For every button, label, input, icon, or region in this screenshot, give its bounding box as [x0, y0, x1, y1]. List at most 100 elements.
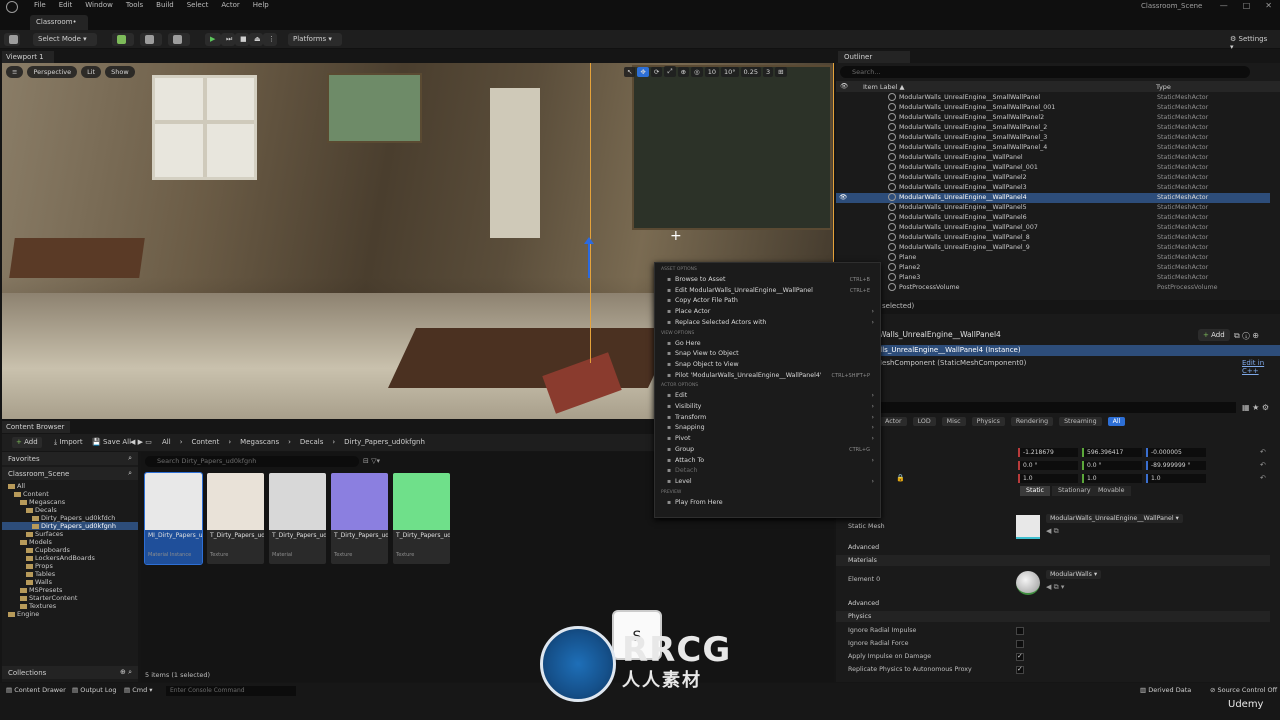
browse-asset-icon[interactable]: ◀ ⧉ — [1046, 527, 1059, 536]
outliner-row[interactable]: Plane3 StaticMeshActor — [836, 273, 1270, 283]
context-item[interactable]: ▪ Attach To › — [667, 456, 876, 466]
reset-rotation-icon[interactable]: ↶ — [1260, 461, 1266, 469]
folder-item[interactable]: Dirty_Papers_ud0kfdch — [2, 514, 138, 522]
outliner-search-input[interactable]: Search... — [840, 66, 1250, 78]
rotation-y[interactable]: 0.0 ° — [1082, 461, 1142, 470]
folder-item[interactable]: LockersAndBoards — [2, 554, 138, 562]
tab-outliner[interactable]: Outliner — [838, 51, 910, 63]
outliner-row[interactable]: PostProcessVolume PostProcessVolume — [836, 283, 1270, 293]
outliner-row[interactable]: ModularWalls_UnrealEngine__SmallWallPane… — [836, 133, 1270, 143]
outliner-row[interactable]: ModularWalls_UnrealEngine__WallPanel5 Sta… — [836, 203, 1270, 213]
context-item[interactable]: ▪ Snap Object to View — [667, 360, 876, 370]
reset-location-icon[interactable]: ↶ — [1260, 448, 1266, 456]
rotate-tool-icon[interactable]: ⟳ — [650, 66, 663, 77]
move-tool-icon[interactable]: ✥ — [637, 66, 649, 77]
materials-section[interactable]: Materials — [836, 555, 1270, 566]
context-item[interactable]: ▪ Edit ModularWalls_UnrealEngine__WallPan… — [667, 286, 876, 296]
select-mode-dropdown[interactable]: Select Mode ▾ — [33, 33, 97, 46]
blueprint-icon[interactable]: ⧉ ⓘ ⊕ — [1234, 331, 1259, 341]
reset-scale-icon[interactable]: ↶ — [1260, 474, 1266, 482]
filter-tab-rendering[interactable]: Rendering — [1010, 417, 1054, 426]
filter-tab-misc[interactable]: Misc — [941, 417, 966, 426]
asset-tile[interactable]: T_Dirty_Papers_ud0kfgnh_2K_Mat Material — [269, 473, 326, 564]
grid-snap-value[interactable]: 10 — [704, 66, 719, 77]
menu-item-edit[interactable]: Edit — [59, 1, 73, 9]
asset-tile[interactable]: T_Dirty_Papers_ud0kfgnh_2K_N Texture — [331, 473, 388, 564]
filter-tab-streaming[interactable]: Streaming — [1059, 417, 1102, 426]
import-button[interactable]: ⤓ Import — [50, 437, 87, 448]
add-collection-icon[interactable]: ⊕ ⌕ — [120, 668, 132, 677]
context-item[interactable]: ▪ Place Actor › — [667, 307, 876, 317]
rotation-x[interactable]: 0.0 ° — [1018, 461, 1078, 470]
mobility-stationary[interactable]: Stationary — [1052, 486, 1097, 496]
breadcrumb-item[interactable]: All — [162, 438, 171, 446]
settings-button[interactable]: ⚙ Settings ▾ — [1225, 33, 1273, 51]
folder-item[interactable]: Cupboards — [2, 546, 138, 554]
angle-snap-value[interactable]: 10° — [720, 66, 739, 77]
asset-tile[interactable]: T_Dirty_Papers_ud0kfgnh_2K_D Texture — [207, 473, 264, 564]
cmd-dropdown[interactable]: ▤ Cmd ▾ — [124, 686, 153, 694]
folder-item[interactable]: Walls — [2, 578, 138, 586]
tab-classroom[interactable]: Classroom• — [30, 15, 88, 30]
menu-item-tools[interactable]: Tools — [126, 1, 143, 9]
add-component-button[interactable]: + Add — [1198, 329, 1230, 341]
world-space-icon[interactable]: ⊕ — [677, 66, 690, 77]
breadcrumb-item[interactable]: Content — [192, 438, 220, 446]
lock-scale-icon[interactable]: 🔒 — [896, 474, 905, 482]
outliner-row[interactable]: ModularWalls_UnrealEngine__WallPanel_001… — [836, 163, 1270, 173]
outliner-row[interactable]: 👁 ModularWalls_UnrealEngine__WallPanel4 St… — [836, 193, 1270, 203]
mobility-movable[interactable]: Movable — [1092, 486, 1131, 496]
console-input[interactable]: Enter Console Command — [166, 686, 296, 696]
outliner-row[interactable]: ModularWalls_UnrealEngine__WallPanel_9 St… — [836, 243, 1270, 253]
context-item[interactable]: ▪ Browse to Asset CTRL+B — [667, 275, 876, 285]
physics-checkbox[interactable] — [1016, 640, 1024, 648]
tab-content-browser[interactable]: Content Browser — [2, 421, 70, 433]
close-icon[interactable]: ✕ — [1265, 1, 1272, 10]
folder-item[interactable]: Props — [2, 562, 138, 570]
physics-section[interactable]: Physics — [836, 611, 1270, 622]
advanced-section[interactable]: Advanced — [836, 542, 1270, 553]
folder-item[interactable]: Textures — [2, 602, 138, 610]
search-icon[interactable]: ⌕ — [128, 454, 132, 463]
camera-speed-value[interactable]: 3 — [762, 66, 774, 77]
outliner-row[interactable]: ModularWalls_UnrealEngine__SmallWallPane… — [836, 113, 1270, 123]
breadcrumb-item[interactable]: Decals — [300, 438, 323, 446]
surface-snap-icon[interactable]: ◎ — [691, 66, 703, 77]
breadcrumb-item[interactable]: Megascans — [240, 438, 279, 446]
static-mesh-thumbnail[interactable] — [1016, 515, 1040, 539]
asset-tile[interactable]: MI_Dirty_Papers_ud0kfgnh_2K Material Inst… — [144, 472, 203, 565]
lit-button[interactable]: Lit — [81, 66, 102, 78]
scale-tool-icon[interactable]: ⤢ — [664, 66, 676, 77]
play-icon[interactable]: ▶ — [205, 33, 221, 46]
physics-checkbox[interactable] — [1016, 665, 1024, 674]
outliner-row[interactable]: ModularWalls_UnrealEngine__WallPanel6 Sta… — [836, 213, 1270, 223]
location-x[interactable]: -1.218679 — [1018, 448, 1078, 457]
transform-gizmo[interactable] — [584, 237, 594, 278]
platforms-dropdown[interactable]: Platforms ▾ — [288, 33, 342, 46]
scale-snap-value[interactable]: 0.25 — [740, 66, 761, 77]
outliner-row[interactable]: ModularWalls_UnrealEngine__SmallWallPane… — [836, 93, 1270, 103]
scale-y[interactable]: 1.0 — [1082, 474, 1142, 483]
menu-item-actor[interactable]: Actor — [221, 1, 239, 9]
folder-item[interactable]: Surfaces — [2, 530, 138, 538]
maximize-viewport-icon[interactable]: ⊞ — [775, 66, 787, 77]
menu-item-build[interactable]: Build — [156, 1, 174, 9]
search-icon[interactable]: ⌕ — [128, 469, 132, 478]
col-type[interactable]: Type — [1156, 83, 1171, 91]
outliner-row[interactable]: ModularWalls_UnrealEngine__WallPanel Stat… — [836, 153, 1270, 163]
filter-tab-all[interactable]: All — [1107, 417, 1126, 426]
source-control-button[interactable]: ⊘ Source Control Off — [1210, 686, 1277, 694]
visibility-icon[interactable]: 👁 — [839, 193, 847, 203]
folder-item[interactable]: Decals — [2, 506, 138, 514]
folder-item[interactable]: Engine — [2, 610, 138, 618]
menu-item-window[interactable]: Window — [85, 1, 113, 9]
folder-item[interactable]: Content — [2, 490, 138, 498]
asset-tile[interactable]: T_Dirty_Papers_ud0kfgnh_2K_DpRA Texture — [393, 473, 450, 564]
context-item[interactable]: ▪ Snap View to Object — [667, 349, 876, 359]
breadcrumb-item[interactable]: Dirty_Papers_ud0kfgnh — [344, 438, 425, 446]
browse-material-icon[interactable]: ◀ ⧉ ▾ — [1046, 583, 1064, 592]
show-button[interactable]: Show — [105, 66, 135, 78]
outliner-row[interactable]: Plane StaticMeshActor — [836, 253, 1270, 263]
advanced-section-2[interactable]: Advanced — [836, 598, 1270, 609]
static-mesh-dropdown[interactable]: ModularWalls_UnrealEngine__WallPanel ▾ — [1046, 514, 1183, 523]
